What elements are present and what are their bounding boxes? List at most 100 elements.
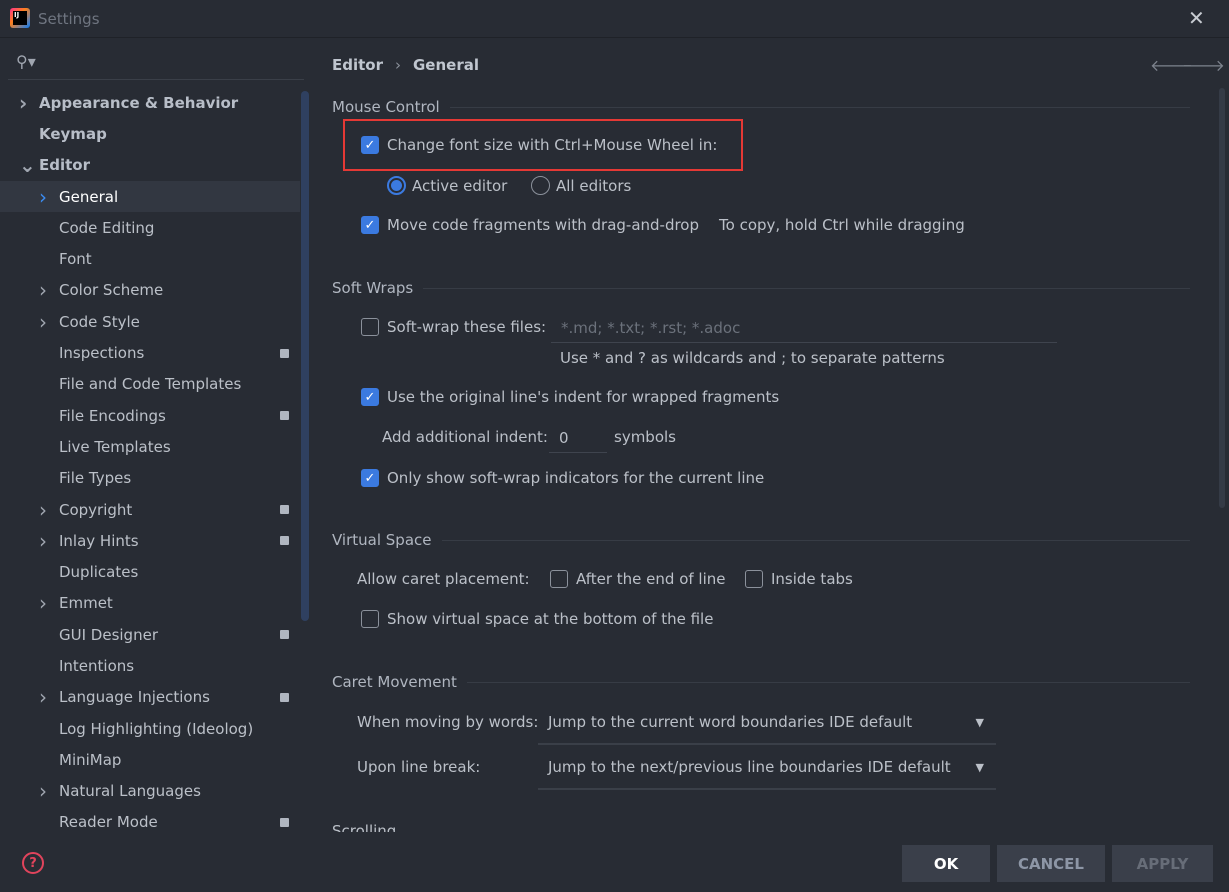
sidebar-item[interactable]: › General [0,180,300,213]
sidebar-item[interactable]: Reader Mode [0,807,300,838]
sidebar-item[interactable]: Inspections [0,337,300,368]
move-hint: To copy, hold Ctrl while dragging [719,216,965,234]
move-code-checkbox[interactable]: ✓ Move code fragments with drag-and-drop T… [361,216,965,234]
window-title: Settings [38,10,100,28]
sidebar-item[interactable]: › Copyright [0,494,300,525]
chevron-down-icon[interactable]: ⌄ [19,153,36,177]
line-break-dropdown[interactable]: Jump to the next/previous line boundarie… [538,746,996,790]
chevron-right-icon[interactable]: › [39,278,47,302]
checkbox-icon[interactable] [550,570,568,588]
apply-button[interactable]: APPLY [1112,845,1213,882]
sidebar-scrollbar[interactable] [301,91,309,621]
soft-wrap-patterns-input[interactable]: *.md; *.txt; *.rst; *.adoc [551,313,1057,343]
ok-button[interactable]: OK [902,845,990,882]
search-icon[interactable]: ⚲▾ [16,52,36,71]
words-dropdown[interactable]: Jump to the current word boundaries IDE … [538,701,996,745]
radio-icon[interactable] [531,176,550,195]
forward-arrow-icon[interactable]: 🡒 [1182,55,1225,75]
checkbox-checked-icon[interactable]: ✓ [361,216,379,234]
sidebar-item[interactable]: Intentions [0,650,300,681]
sidebar-item[interactable]: Font [0,243,300,274]
change-font-checkbox[interactable]: ✓ Change font size with Ctrl+Mouse Wheel … [361,136,717,154]
original-indent-label: Use the original line's indent for wrapp… [387,388,780,406]
after-end-checkbox[interactable]: After the end of line [550,570,726,588]
chevron-right-icon[interactable]: › [19,91,27,115]
inside-tabs-checkbox[interactable]: Inside tabs [745,570,853,588]
sidebar-item[interactable]: › Appearance & Behavior [0,87,300,118]
chevron-right-icon[interactable]: › [39,529,47,553]
sidebar-item[interactable]: MiniMap [0,744,300,775]
sidebar-item-label: Inspections [59,344,145,363]
sidebar-item-label: Duplicates [59,563,139,582]
sidebar-item[interactable]: File and Code Templates [0,369,300,400]
help-icon[interactable]: ? [22,852,44,874]
sidebar-item-label: Log Highlighting (Ideolog) [59,719,254,738]
sidebar-item[interactable]: Keymap [0,118,300,149]
checkbox-checked-icon[interactable]: ✓ [361,469,379,487]
sidebar-item-label: Live Templates [59,437,171,456]
intellij-logo-icon: IJ [10,8,30,28]
sidebar-item[interactable]: ⌄ Editor [0,150,300,181]
soft-wrap-placeholder: *.md; *.txt; *.rst; *.adoc [561,318,741,337]
sidebar-item-label: Language Injections [59,688,210,707]
content-scrollbar[interactable] [1219,88,1225,508]
section-caret-movement: Caret Movement [332,673,1190,691]
line-break-value: Jump to the next/previous line boundarie… [548,758,951,776]
sidebar-item[interactable]: File Types [0,463,300,494]
breadcrumb-separator: › [395,56,401,74]
chevron-right-icon[interactable]: › [39,498,47,522]
project-level-icon [280,817,289,827]
all-editors-label: All editors [556,176,632,195]
sidebar-item[interactable]: Log Highlighting (Ideolog) [0,713,300,744]
show-bottom-checkbox[interactable]: Show virtual space at the bottom of the … [361,610,713,628]
checkbox-icon[interactable] [745,570,763,588]
cancel-button[interactable]: CANCEL [997,845,1105,882]
checkbox-icon[interactable] [361,610,379,628]
only-current-label: Only show soft-wrap indicators for the c… [387,469,765,487]
sidebar-item-label: Editor [39,156,90,175]
checkbox-checked-icon[interactable]: ✓ [361,388,379,406]
radio-selected-icon[interactable] [387,176,406,195]
add-indent-input[interactable]: 0 [549,423,607,453]
sidebar-item[interactable]: Code Editing [0,212,300,243]
sidebar-item[interactable]: › Code Style [0,306,300,337]
sidebar-item[interactable]: › Inlay Hints [0,525,300,556]
chevron-right-icon[interactable]: › [39,779,47,803]
checkbox-checked-icon[interactable]: ✓ [361,136,379,154]
sidebar-item[interactable]: Live Templates [0,431,300,462]
checkbox-icon[interactable] [361,318,379,336]
soft-wrap-checkbox[interactable]: Soft-wrap these files: [361,318,546,336]
sidebar-item[interactable]: › Emmet [0,588,300,619]
breadcrumb-parent[interactable]: Editor [332,56,383,74]
sidebar-item[interactable]: › Color Scheme [0,275,300,306]
section-scrolling-clipped: Scrolling [332,822,432,832]
dropdown-arrow-icon: ▼ [975,715,984,729]
chevron-right-icon[interactable]: › [39,310,47,334]
breadcrumb: Editor › General [332,56,479,74]
search-input[interactable] [8,79,304,80]
sidebar-item-label: Copyright [59,500,133,519]
original-indent-checkbox[interactable]: ✓ Use the original line's indent for wrap… [361,388,779,406]
after-end-label: After the end of line [576,570,726,588]
only-current-checkbox[interactable]: ✓ Only show soft-wrap indicators for the … [361,469,764,487]
sidebar-item-label: File Encodings [59,406,166,425]
sidebar-item[interactable]: › Natural Languages [0,776,300,807]
close-icon[interactable]: ✕ [1188,6,1205,30]
sidebar-item-label: Inlay Hints [59,531,139,550]
sidebar-item[interactable]: File Encodings [0,400,300,431]
sidebar-item[interactable]: GUI Designer [0,619,300,650]
sidebar-item-label: Intentions [59,656,135,675]
sidebar-item[interactable]: Duplicates [0,556,300,587]
chevron-right-icon[interactable]: › [39,685,47,709]
radio-active-editor[interactable]: Active editor [387,176,507,195]
title-bar [0,0,1229,38]
sidebar-item-label: GUI Designer [59,625,158,644]
settings-tree: › Appearance & Behavior Keymap ⌄ Editor › Gene… [0,87,300,838]
chevron-right-icon[interactable]: › [39,591,47,615]
sidebar-item-label: Code Style [59,312,140,331]
active-editor-label: Active editor [412,176,508,195]
radio-all-editors[interactable]: All editors [531,176,631,195]
project-level-icon [280,411,289,421]
sidebar-item[interactable]: › Language Injections [0,682,300,713]
chevron-right-icon[interactable]: › [39,185,47,209]
